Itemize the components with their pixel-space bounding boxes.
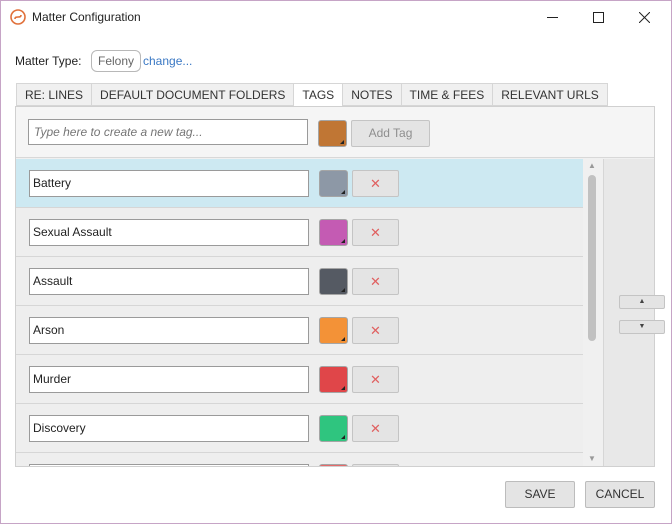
close-icon: ✕ (370, 225, 381, 240)
move-down-button[interactable]: ▼ (619, 320, 665, 334)
tab-bar: RE: LINES DEFAULT DOCUMENT FOLDERS TAGS … (16, 83, 608, 107)
tag-name-field[interactable]: Sexual Assault (29, 219, 309, 246)
tag-row[interactable]: ✕ (16, 453, 583, 466)
minimize-icon (546, 16, 558, 18)
delete-tag-button[interactable]: ✕ (352, 415, 399, 442)
maximize-icon (592, 11, 604, 23)
tag-color-picker[interactable] (319, 366, 348, 393)
tab-time-fees[interactable]: TIME & FEES (401, 83, 494, 106)
app-logo-icon (10, 9, 26, 25)
minimize-button[interactable] (529, 1, 575, 33)
delete-tag-button[interactable]: ✕ (352, 366, 399, 393)
tab-tags[interactable]: TAGS (294, 83, 344, 107)
matter-type-value: Felony (91, 50, 142, 72)
close-icon: ✕ (370, 421, 381, 436)
tag-name-field[interactable]: Assault (29, 268, 309, 295)
tab-relevant-urls[interactable]: RELEVANT URLS (493, 83, 608, 106)
tag-color-picker[interactable] (319, 317, 348, 344)
delete-tag-button[interactable]: ✕ (352, 464, 399, 466)
tab-re-lines[interactable]: RE: LINES (16, 83, 93, 106)
chevron-down-icon: ▼ (638, 323, 646, 330)
dialog-window: Matter Configuration Matter Type: Felony… (0, 0, 672, 524)
scroll-down-icon[interactable]: ▼ (583, 452, 601, 466)
chevron-up-icon: ▲ (638, 298, 646, 305)
close-icon: ✕ (370, 274, 381, 289)
close-window-button[interactable] (621, 1, 667, 33)
tag-name-field[interactable]: Murder (29, 366, 309, 393)
tag-row[interactable]: Arson ✕ (16, 306, 583, 355)
close-icon: ✕ (370, 176, 381, 191)
delete-tag-button[interactable]: ✕ (352, 170, 399, 197)
tag-row[interactable]: Assault ✕ (16, 257, 583, 306)
tag-color-picker[interactable] (319, 268, 348, 295)
tab-notes[interactable]: NOTES (343, 83, 402, 106)
tag-row[interactable]: Discovery ✕ (16, 404, 583, 453)
scroll-thumb[interactable] (588, 175, 596, 341)
tag-color-picker[interactable] (319, 464, 348, 466)
close-icon: ✕ (370, 372, 381, 387)
maximize-button[interactable] (575, 1, 621, 33)
tab-default-document-folders[interactable]: DEFAULT DOCUMENT FOLDERS (92, 83, 295, 106)
save-button[interactable]: SAVE (505, 481, 575, 508)
delete-tag-button[interactable]: ✕ (352, 317, 399, 344)
tag-color-picker[interactable] (319, 170, 348, 197)
delete-tag-button[interactable]: ✕ (352, 219, 399, 246)
matter-type-label: Matter Type: (15, 54, 82, 68)
add-tag-button[interactable]: Add Tag (351, 120, 430, 147)
change-matter-type-link[interactable]: change... (143, 54, 192, 68)
reorder-area: ▲ ▼ (603, 159, 665, 466)
tag-name-field[interactable]: Discovery (29, 415, 309, 442)
scroll-up-icon[interactable]: ▲ (583, 159, 601, 173)
tag-row[interactable]: Battery ✕ (16, 159, 583, 208)
move-up-button[interactable]: ▲ (619, 295, 665, 309)
tag-color-picker[interactable] (319, 415, 348, 442)
new-tag-input[interactable] (28, 119, 308, 145)
tag-list-scrollbar[interactable]: ▲ ▼ (583, 159, 601, 466)
tags-panel: Add Tag Battery ✕ Sexual Assault ✕ Assau… (15, 106, 665, 467)
title-bar: Matter Configuration (1, 1, 671, 33)
new-tag-color-picker[interactable] (318, 120, 347, 147)
new-tag-row: Add Tag (16, 107, 654, 158)
tag-row[interactable]: Murder ✕ (16, 355, 583, 404)
tag-color-picker[interactable] (319, 219, 348, 246)
tag-name-field[interactable]: Battery (29, 170, 309, 197)
close-icon (638, 11, 650, 23)
cancel-button[interactable]: CANCEL (585, 481, 655, 508)
close-icon: ✕ (370, 323, 381, 338)
window-title: Matter Configuration (32, 10, 141, 24)
tag-name-field[interactable]: Arson (29, 317, 309, 344)
tag-name-field[interactable] (29, 464, 309, 466)
delete-tag-button[interactable]: ✕ (352, 268, 399, 295)
tag-row[interactable]: Sexual Assault ✕ (16, 208, 583, 257)
tag-list: Battery ✕ Sexual Assault ✕ Assault ✕ Ars… (16, 159, 583, 466)
